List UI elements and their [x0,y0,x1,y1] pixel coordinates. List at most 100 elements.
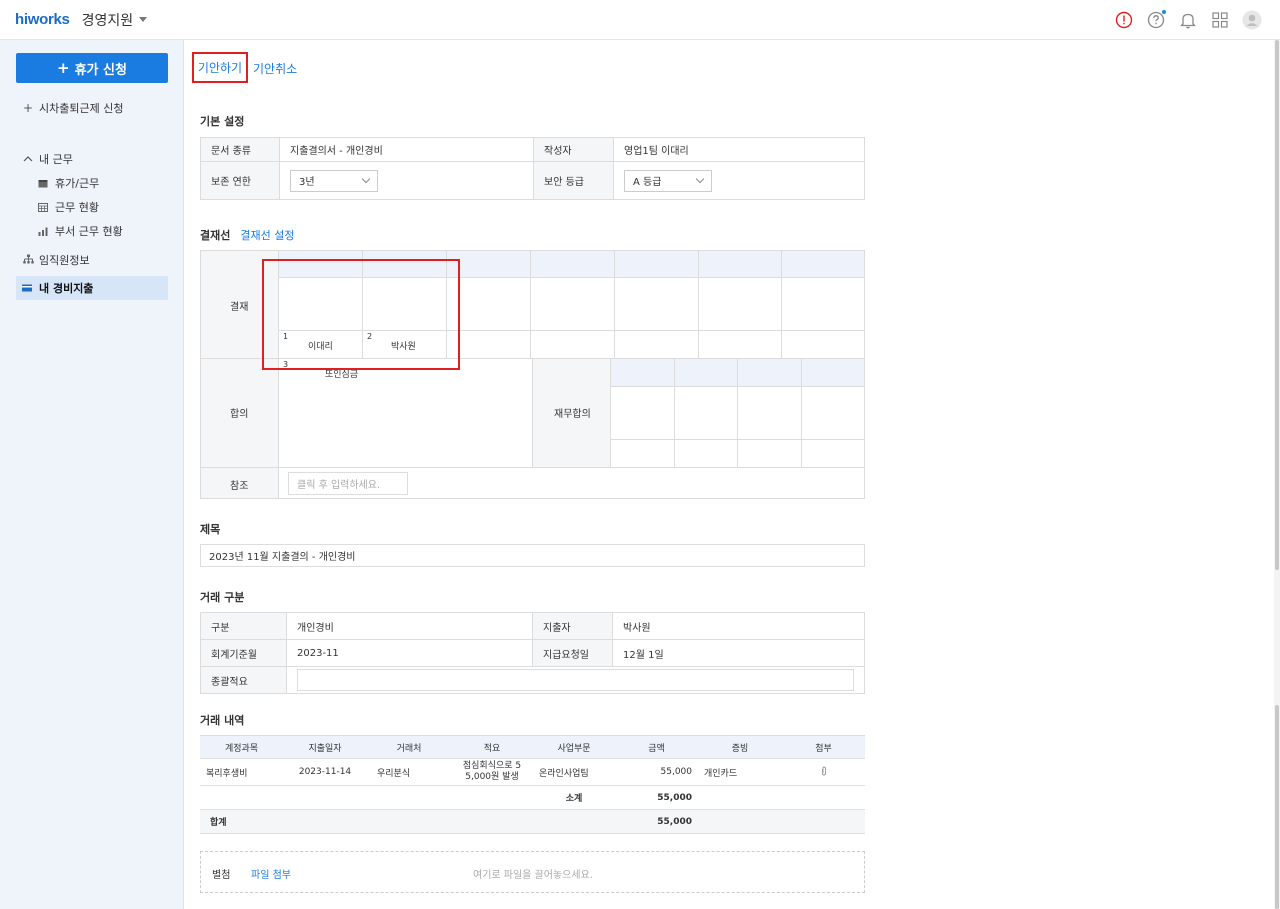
chevron-down-icon [361,174,371,184]
transaction-type-table: 구분 개인경비 지출자 박사원 회계기준월 2023-11 지급요청일 12월 … [200,612,865,694]
sidebar-item-label: 휴가/근무 [55,177,100,190]
attachment-label: 별첨 [212,870,231,881]
notification-dot [1162,10,1166,14]
agree-area[interactable]: 3 또인심금 [279,359,533,468]
sidebar-item-dept-work-status[interactable]: 부서 근무 현황 [38,223,123,239]
table-row[interactable]: 복리후생비 2023-11-14 우리분식 점심회식으로 5 5,000원 발생… [200,758,865,786]
retention-select[interactable]: 3년 [290,169,378,192]
row-date: 2023-11-14 [283,758,367,786]
col-proof: 증빙 [698,735,782,759]
approval-line-setting-link[interactable]: 결재선 설정 [240,229,294,242]
sidebar-item-work-status[interactable]: 근무 현황 [38,199,99,215]
subtotal-row: 소계 55,000 [200,785,865,810]
reference-input[interactable]: 클릭 후 입력하세요. [288,472,408,495]
approver-sign-1[interactable] [279,278,363,331]
scrollbar-thumb[interactable] [1275,40,1279,570]
agree-label-cell: 합의 [201,359,279,468]
total-row: 합계 55,000 [200,809,865,834]
basic-settings-table: 문서 종류 지출결의서 - 개인경비 작성자 영업1팀 이대리 보존 연한 3년… [200,137,865,200]
avatar-icon[interactable] [1242,10,1262,30]
approver-sign-3[interactable] [447,278,531,331]
retention-label: 보존 연한 [200,161,280,200]
scrollbar-thumb-lower[interactable] [1275,705,1279,909]
finance-sign-3[interactable] [738,387,802,440]
my-work-label: 내 근무 [39,153,73,166]
leave-request-label: 휴가 신청 [74,62,127,78]
calendar-grid-icon [38,202,50,212]
finance-name-1 [611,440,675,468]
my-work-toggle[interactable]: 내 근무 [22,151,73,167]
type-label: 구분 [200,612,287,640]
approver-name-cell-6 [699,331,782,359]
security-cell: A 등급 [613,161,865,200]
col-division: 사업부문 [533,735,615,759]
transaction-details-title: 거래 내역 [200,714,245,727]
bell-icon[interactable] [1178,10,1198,30]
subject-input[interactable]: 2023년 11월 지출결의 - 개인경비 [200,544,865,567]
reference-label: 참조 [230,481,249,492]
sidebar-item-employee-info[interactable]: 임직원정보 [22,252,90,268]
dropzone-hint: 여기로 파일을 끌어놓으세요. [473,870,593,881]
alert-icon[interactable] [1114,10,1134,30]
subtotal-label: 소계 [533,785,615,810]
approver-sign-6[interactable] [699,278,782,331]
leave-request-button[interactable]: + 휴가 신청 [16,53,168,83]
chevron-down-icon [695,174,705,184]
subtotal-spacer [200,785,533,810]
help-icon[interactable] [1146,10,1166,30]
doc-type-value: 지출결의서 - 개인경비 [279,137,534,162]
logo[interactable]: hiworks [15,11,70,28]
approver-sign-2[interactable] [363,278,447,331]
sidebar-item-leave-work[interactable]: 휴가/근무 [38,175,99,191]
approver-header-2 [363,251,447,278]
app-name: 경영지원 [81,12,134,29]
sidebar-item-label: 임직원정보 [39,254,90,267]
approval-line-label: 결재선 [200,229,231,242]
approver-sign-5[interactable] [615,278,699,331]
sidebar-item-label: 부서 근무 현황 [55,225,123,238]
finance-sign-1[interactable] [611,387,675,440]
pay-date-label: 지급요청일 [532,639,613,667]
approver-header-6 [699,251,782,278]
finance-sign-4[interactable] [802,387,864,440]
approver-sign-4[interactable] [531,278,615,331]
security-value: A 등급 [633,177,662,188]
app-switcher[interactable]: 경영지원 [82,10,148,30]
plus-icon: + [57,59,70,77]
apps-grid-icon[interactable] [1210,10,1230,30]
author-value: 영업1팀 이대리 [613,137,865,162]
security-label: 보안 등급 [533,161,614,200]
col-date: 지출일자 [283,735,367,759]
subtotal-value: 55,000 [615,785,698,810]
pay-date-value: 12월 1일 [612,639,865,667]
finance-agree-label: 재무합의 [554,409,591,420]
draft-tab[interactable]: 기안하기 [192,52,248,83]
approver-name: 이대리 [308,342,333,352]
paperclip-icon[interactable] [820,766,828,776]
approver-order: 1 [283,332,289,341]
period-label: 회계기준월 [200,639,287,667]
finance-sign-2[interactable] [675,387,738,440]
approver-name-cell-1: 1 이대리 [279,331,363,359]
row-attach-cell[interactable] [782,758,865,786]
approver-sign-7[interactable] [782,278,864,331]
flex-work-request-link[interactable]: + 시차출퇴근제 신청 [22,100,124,116]
transaction-type-title: 거래 구분 [200,591,245,604]
col-memo: 적요 [451,735,533,759]
summary-label: 종괄적요 [200,666,287,694]
period-value: 2023-11 [286,639,533,667]
sidebar: + 휴가 신청 + 시차출퇴근제 신청 내 근무 휴가/근무 근무 현황 부서 … [0,40,184,909]
file-attach-link[interactable]: 파일 첨부 [251,866,291,881]
approver-name-cell-2: 2 박사원 [363,331,447,359]
sidebar-item-my-expense[interactable]: 내 경비지출 [16,276,168,300]
summary-input[interactable] [297,669,854,691]
cancel-draft-tab[interactable]: 기안취소 [253,60,297,77]
row-division: 온라인사업팀 [533,758,615,786]
col-attach: 첨부 [782,735,865,759]
attachment-dropzone[interactable]: 별첨 파일 첨부 여기로 파일을 끌어놓으세요. [200,851,865,893]
approver-header-3 [447,251,531,278]
security-select[interactable]: A 등급 [624,169,712,192]
col-amount: 금액 [615,735,698,759]
row-proof: 개인카드 [698,758,782,786]
agree-name: 또인심금 [325,370,359,380]
